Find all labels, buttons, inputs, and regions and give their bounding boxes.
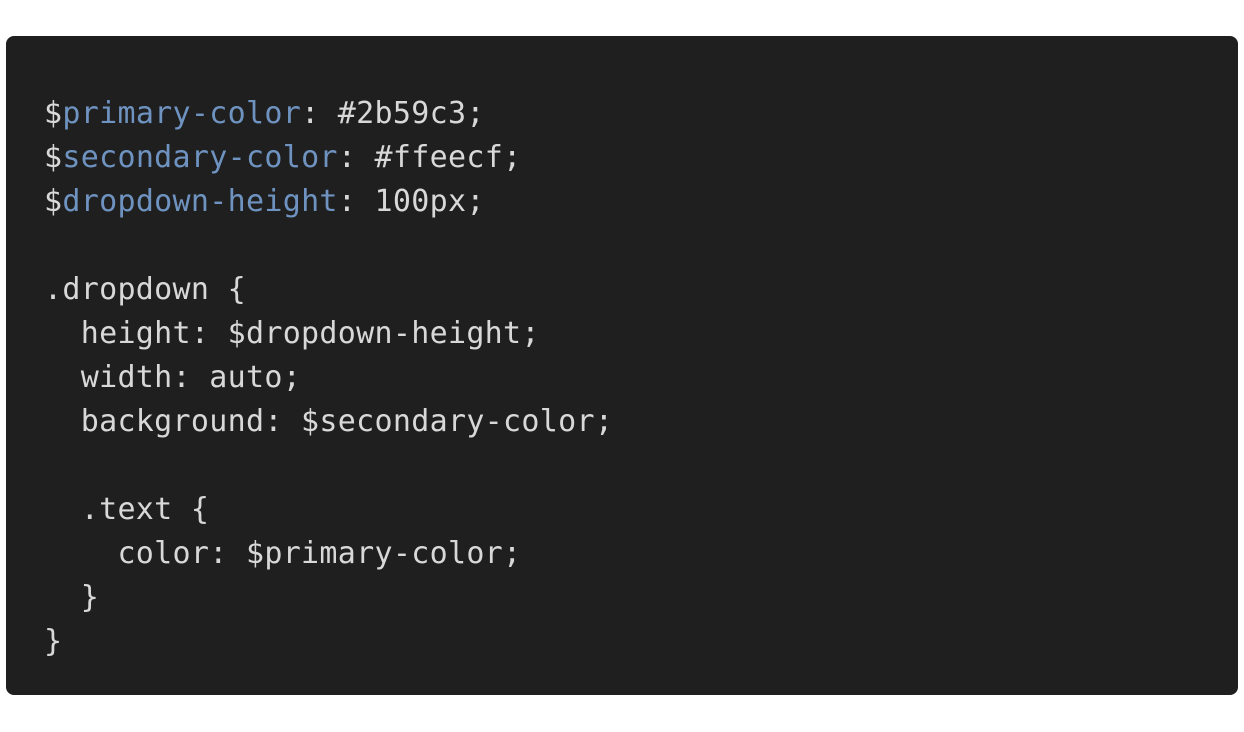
code-token: : #ffeecf; <box>337 140 522 175</box>
code-token: background: $secondary-color; <box>44 404 614 439</box>
code-line: color: $primary-color; <box>44 532 1238 576</box>
code-token: $ <box>44 184 63 219</box>
code-line: background: $secondary-color; <box>44 400 1238 444</box>
code-line: } <box>44 620 1238 664</box>
code-token: color: $primary-color; <box>44 536 522 571</box>
code-token: height: $dropdown-height; <box>44 316 540 351</box>
code-token: $ <box>44 96 63 131</box>
code-token: : 100px; <box>337 184 485 219</box>
code-token: } <box>44 580 100 615</box>
code-token: : #2b59c3; <box>301 96 485 131</box>
code-line: height: $dropdown-height; <box>44 312 1238 356</box>
code-line: width: auto; <box>44 356 1238 400</box>
code-line: } <box>44 576 1238 620</box>
code-token-variable: primary-color <box>62 96 302 131</box>
code-token: .text { <box>44 492 210 527</box>
code-token: $ <box>44 140 63 175</box>
code-line: $primary-color: #2b59c3; <box>44 92 1238 136</box>
code-token-variable: secondary-color <box>62 140 338 175</box>
code-token: width: auto; <box>44 360 302 395</box>
code-line: .text { <box>44 488 1238 532</box>
code-line: $dropdown-height: 100px; <box>44 180 1238 224</box>
code-token-variable: dropdown-height <box>62 184 338 219</box>
code-block: $primary-color: #2b59c3; $secondary-color… <box>6 36 1238 695</box>
code-line: $secondary-color: #ffeecf; <box>44 136 1238 180</box>
code-token: .dropdown { <box>44 272 246 307</box>
code-line: .dropdown { <box>44 268 1238 312</box>
code-lines: $primary-color: #2b59c3; $secondary-color… <box>44 96 1238 686</box>
code-token: } <box>44 624 63 659</box>
